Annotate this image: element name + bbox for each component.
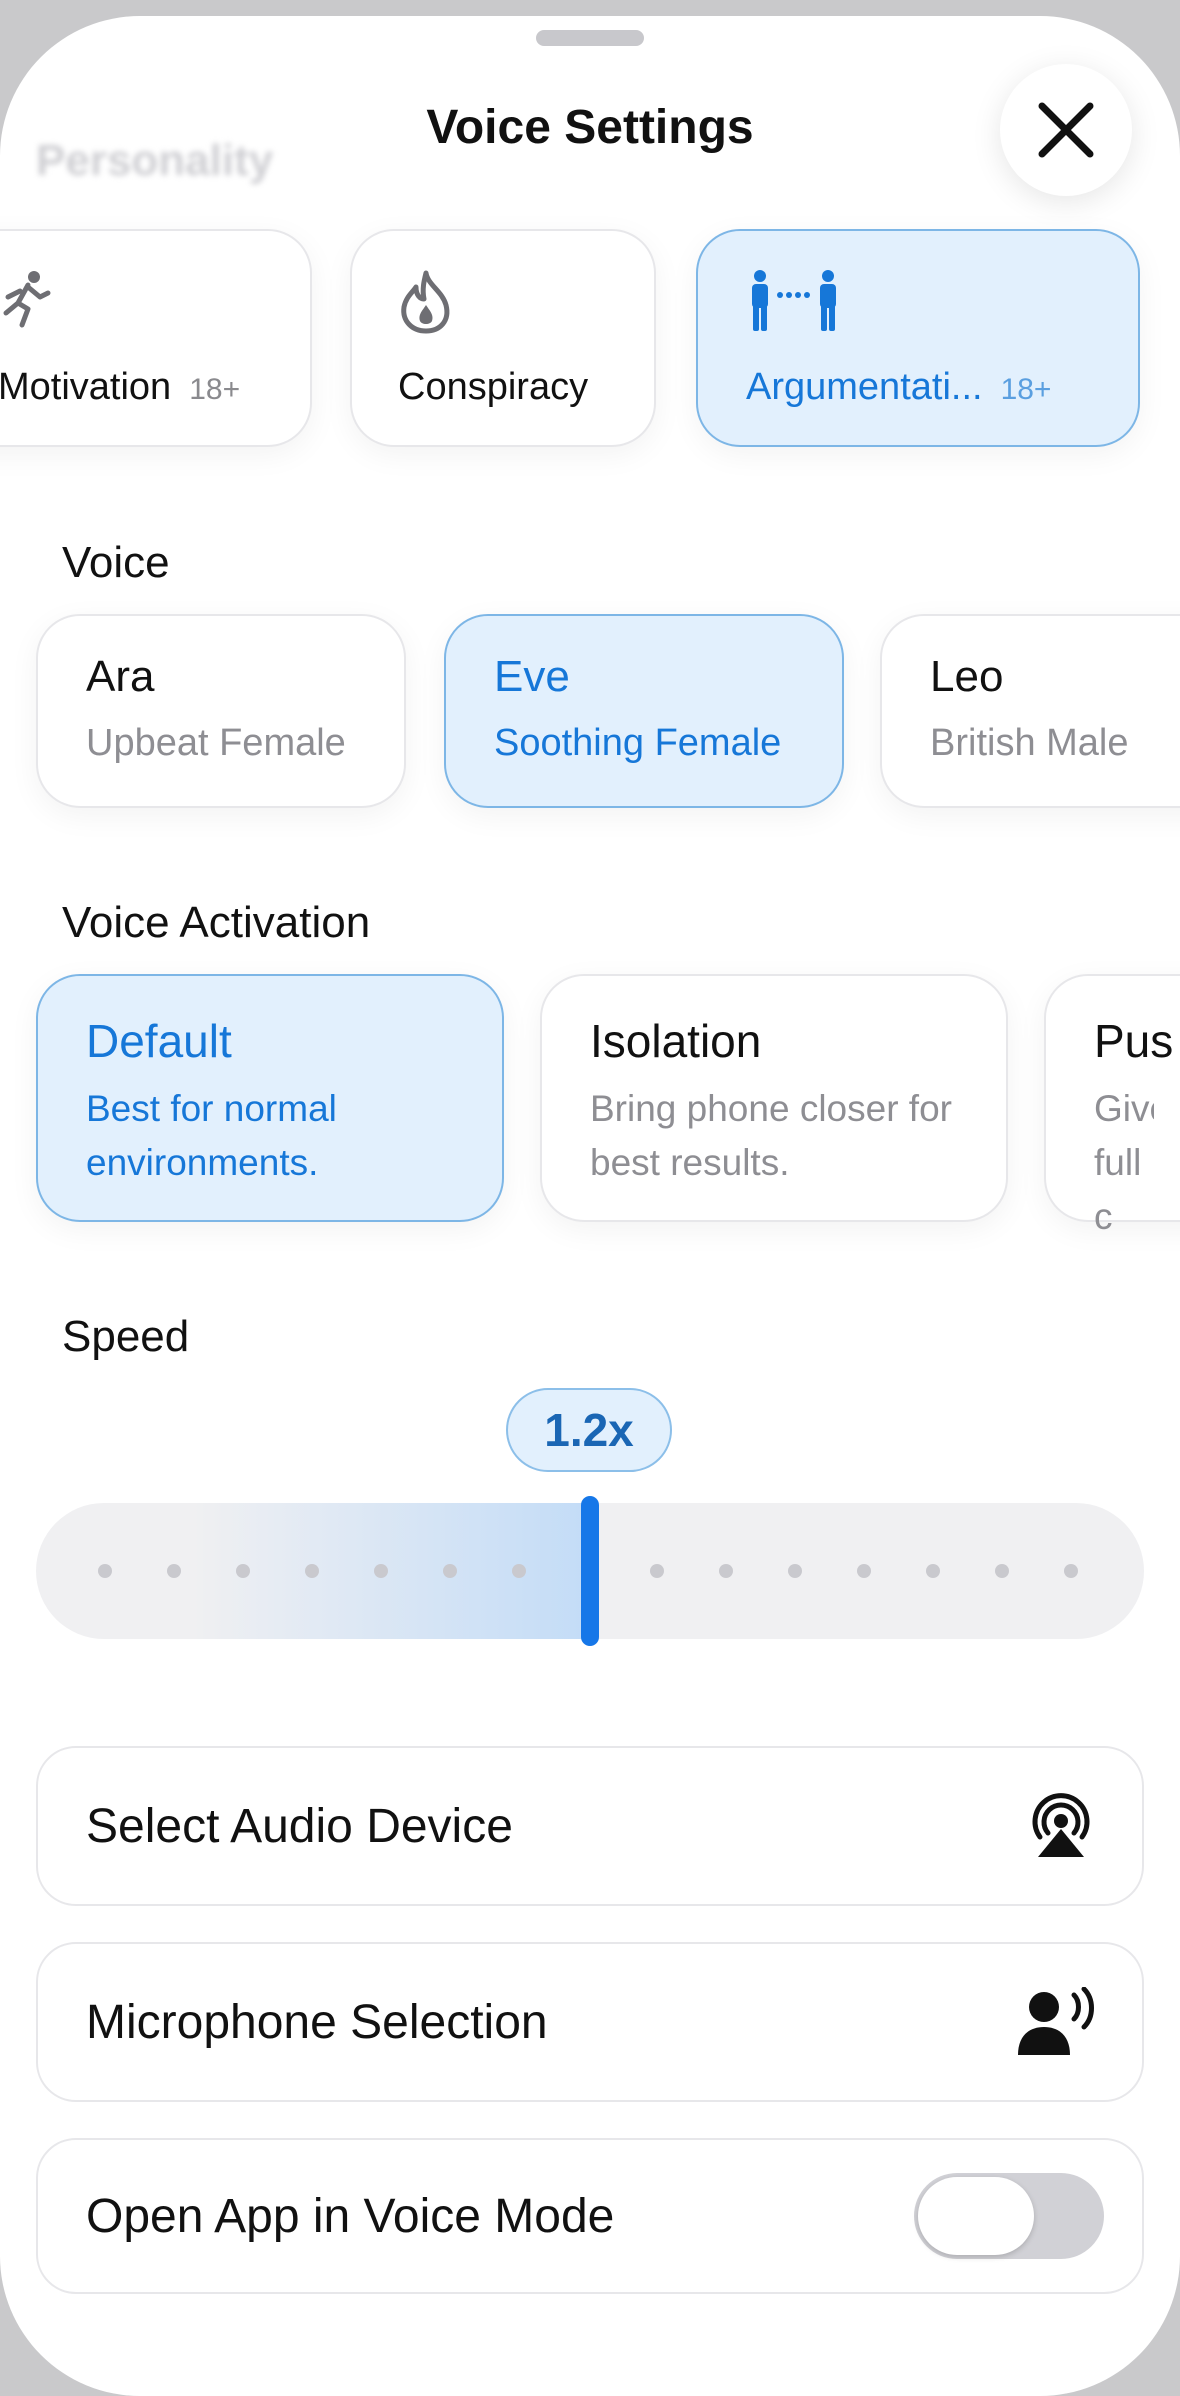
speed-tick-dot (443, 1564, 457, 1578)
voice-card-eve[interactable]: Eve Soothing Female (444, 614, 844, 808)
person-speaking-icon (1018, 1987, 1094, 2055)
voice-description: Upbeat Female (86, 722, 346, 764)
voice-name: Eve (494, 652, 570, 701)
sheet-grabber[interactable] (536, 30, 644, 46)
activation-description: Gives full c (1094, 1088, 1154, 1237)
age-badge: 18+ (1000, 373, 1052, 406)
speed-tick-dot (1064, 1564, 1078, 1578)
personality-card-argumentative[interactable]: Argumentati... 18+ (696, 229, 1140, 447)
flame-icon (401, 270, 450, 334)
activation-description: Best for normal environments. (86, 1088, 337, 1183)
voice-settings-sheet: Personality Voice Settings Motivation 18+… (0, 16, 1180, 2396)
row-label: Open App in Voice Mode (86, 2189, 615, 2243)
row-label: Microphone Selection (86, 1995, 548, 2049)
close-icon (1038, 102, 1094, 158)
voice-description: Soothing Female (494, 722, 782, 764)
speed-section-title: Speed (62, 1312, 190, 1361)
speed-tick-dot (236, 1564, 250, 1578)
voice-name: Ara (86, 652, 155, 701)
airplay-audio-icon (1032, 1793, 1090, 1857)
toggle-knob (918, 2177, 1034, 2255)
speed-tick-dot (719, 1564, 733, 1578)
speed-tick-dot (167, 1564, 181, 1578)
voice-description: British Male (930, 722, 1129, 764)
personality-card-conspiracy[interactable]: Conspiracy (350, 229, 656, 447)
speed-tick-dot (512, 1564, 526, 1578)
activation-description: Bring phone closer for best results. (590, 1088, 952, 1183)
voice-card-ara[interactable]: Ara Upbeat Female (36, 614, 406, 808)
speed-slider-thumb[interactable] (581, 1496, 599, 1646)
activation-card-default[interactable]: Default Best for normal environments. (36, 974, 504, 1222)
personality-label: Argumentati... (746, 366, 983, 408)
speed-tick-dot (650, 1564, 664, 1578)
row-label: Select Audio Device (86, 1799, 513, 1853)
speed-tick-dot (926, 1564, 940, 1578)
select-audio-device-row[interactable]: Select Audio Device (36, 1746, 1144, 1906)
speed-tick-dot (374, 1564, 388, 1578)
activation-card-push[interactable]: Pus Gives full c (1044, 974, 1180, 1237)
running-person-icon (3, 271, 51, 328)
activation-name: Default (86, 1015, 232, 1067)
activation-section-title: Voice Activation (62, 898, 371, 947)
microphone-selection-row[interactable]: Microphone Selection (36, 1942, 1144, 2102)
open-app-in-voice-mode-row: Open App in Voice Mode (36, 2138, 1144, 2294)
activation-name: Pus (1094, 1015, 1174, 1067)
voice-name: Leo (930, 652, 1004, 701)
personality-label: Motivation (0, 366, 172, 408)
age-badge: 18+ (189, 373, 241, 406)
speed-value-badge: 1.2x (506, 1388, 672, 1472)
speed-tick-dot (305, 1564, 319, 1578)
voice-mode-toggle[interactable] (914, 2173, 1104, 2259)
personality-label: Conspiracy (398, 366, 589, 408)
close-button[interactable] (1000, 64, 1132, 196)
speed-tick-dot (995, 1564, 1009, 1578)
speed-tick-dot (788, 1564, 802, 1578)
personality-card-motivation[interactable]: Motivation 18+ (0, 229, 312, 447)
activation-card-isolation[interactable]: Isolation Bring phone closer for best re… (540, 974, 1008, 1222)
voice-section-title: Voice (62, 538, 170, 587)
voice-card-leo[interactable]: Leo British Male (880, 614, 1180, 808)
speed-tick-dot (98, 1564, 112, 1578)
speed-tick-dot (857, 1564, 871, 1578)
activation-name: Isolation (590, 1015, 762, 1067)
two-people-icon (752, 270, 836, 331)
